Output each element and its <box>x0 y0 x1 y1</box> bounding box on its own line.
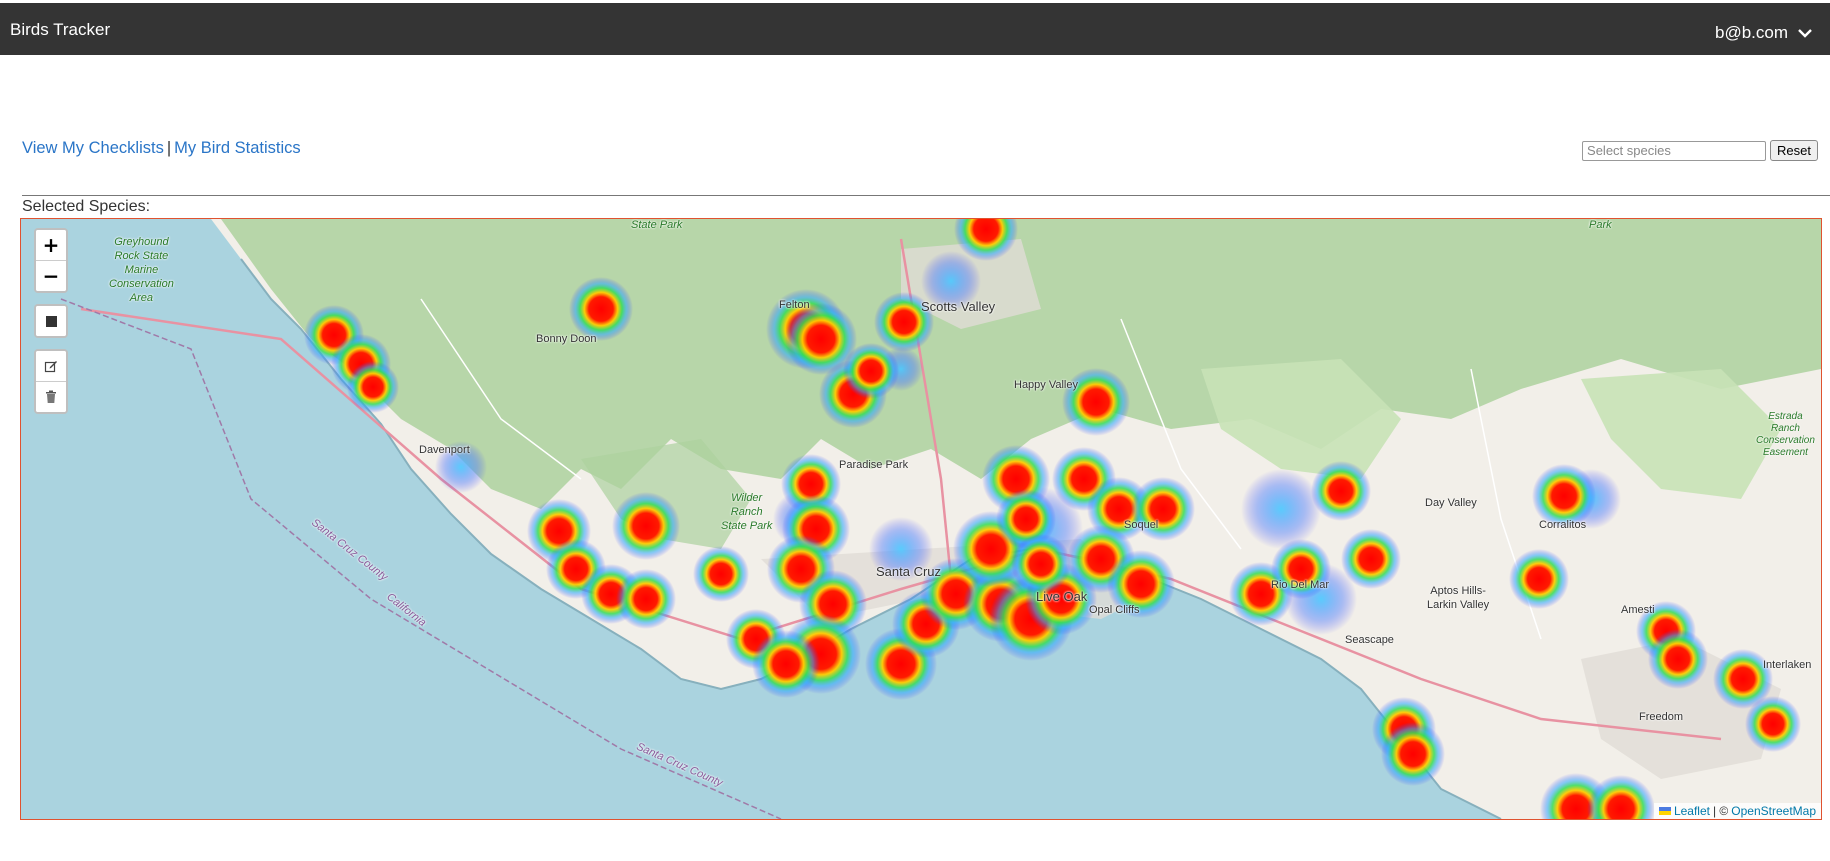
heat-spot <box>1011 534 1071 594</box>
draw-rectangle-button[interactable] <box>36 306 66 336</box>
heat-spot <box>1745 696 1801 752</box>
heat-spot <box>347 361 399 413</box>
map-label-state-park: State Park <box>631 219 683 231</box>
heat-spot <box>569 277 633 341</box>
map-label-aptos-hills: Aptos Hills- Larkin Valley <box>1427 585 1490 611</box>
map-label-scotts-valley: Scotts Valley <box>921 299 996 314</box>
top-navbar: Birds Tracker b@b.com <box>0 3 1830 55</box>
map-label-corralitos: Corralitos <box>1539 519 1587 531</box>
edit-control <box>34 349 68 414</box>
map-label-rio-del-mar: Rio Del Mar <box>1271 579 1330 591</box>
openstreetmap-link[interactable]: OpenStreetMap <box>1731 804 1816 818</box>
map-label-davenport: Davenport <box>419 444 470 456</box>
leaflet-link[interactable]: Leaflet <box>1674 804 1710 818</box>
draw-rectangle-control <box>34 304 68 338</box>
heat-spot-faint <box>1241 469 1321 549</box>
bird-statistics-link[interactable]: My Bird Statistics <box>174 139 301 157</box>
map-label-estrada: Estrada Ranch Conservation Easement <box>1756 411 1815 458</box>
heat-spot <box>843 343 899 399</box>
view-checklists-link[interactable]: View My Checklists <box>22 139 164 157</box>
edit-icon <box>44 361 57 373</box>
map-label-opal-cliffs: Opal Cliffs <box>1089 604 1140 616</box>
map-label-amesti: Amesti <box>1621 604 1655 616</box>
user-menu[interactable]: b@b.com <box>1715 23 1812 43</box>
user-email[interactable]: b@b.com <box>1715 23 1788 43</box>
map-label-interlaken: Interlaken <box>1763 659 1812 671</box>
heat-spot <box>1381 722 1445 786</box>
ukraine-flag-icon <box>1658 807 1671 815</box>
link-separator: | <box>166 139 172 157</box>
zoom-in-button[interactable]: + <box>36 230 66 260</box>
map-label-paradise-park: Paradise Park <box>839 459 909 471</box>
map-label-seascape: Seascape <box>1345 634 1394 646</box>
heat-spot <box>1648 629 1708 689</box>
divider <box>22 195 1830 196</box>
zoom-control: + − <box>34 228 68 293</box>
map-attribution: Leaflet | © OpenStreetMap <box>1653 803 1821 819</box>
app-title[interactable]: Birds Tracker <box>10 20 110 40</box>
attribution-separator: | © <box>1712 804 1729 818</box>
map-label-santa-cruz: Santa Cruz <box>876 564 942 579</box>
map-label-greyhound: Greyhound Rock State Marine Conservation… <box>109 236 174 304</box>
map-label-live-oak: Live Oak <box>1036 589 1088 604</box>
species-filter: Reset <box>1582 140 1818 161</box>
heatmap-map[interactable]: Greyhound Rock State Marine Conservation… <box>20 218 1822 820</box>
map-label-bonny-doon: Bonny Doon <box>536 333 597 345</box>
trash-icon <box>46 390 56 403</box>
chevron-down-icon[interactable] <box>1798 28 1812 38</box>
heat-spot <box>616 569 676 629</box>
delete-layers-button[interactable] <box>36 381 66 412</box>
map-label-happy-valley: Happy Valley <box>1014 379 1078 391</box>
map-label-freedom: Freedom <box>1639 711 1684 723</box>
heat-spot <box>612 492 680 560</box>
map-label-felton: Felton <box>779 299 810 311</box>
heat-spot <box>1131 477 1195 541</box>
heat-spot <box>1509 549 1569 609</box>
reset-button[interactable]: Reset <box>1770 140 1818 161</box>
species-select-input[interactable] <box>1582 140 1767 161</box>
heat-spot <box>1311 461 1371 521</box>
map-label-soquel: Soquel <box>1124 519 1159 531</box>
square-icon <box>45 315 57 327</box>
selected-species-label: Selected Species: <box>22 198 151 215</box>
map-label-wilder: Wilder Ranch State Park <box>721 492 773 532</box>
nav-links: View My Checklists | My Bird Statistics <box>22 139 301 158</box>
heat-spot <box>1341 529 1401 589</box>
heat-spot <box>752 630 820 698</box>
map-label-park: Park <box>1589 219 1612 231</box>
edit-layers-button[interactable] <box>36 351 66 381</box>
map-label-day-valley: Day Valley <box>1425 497 1477 509</box>
heat-spot <box>693 546 749 602</box>
zoom-out-button[interactable]: − <box>36 260 66 291</box>
